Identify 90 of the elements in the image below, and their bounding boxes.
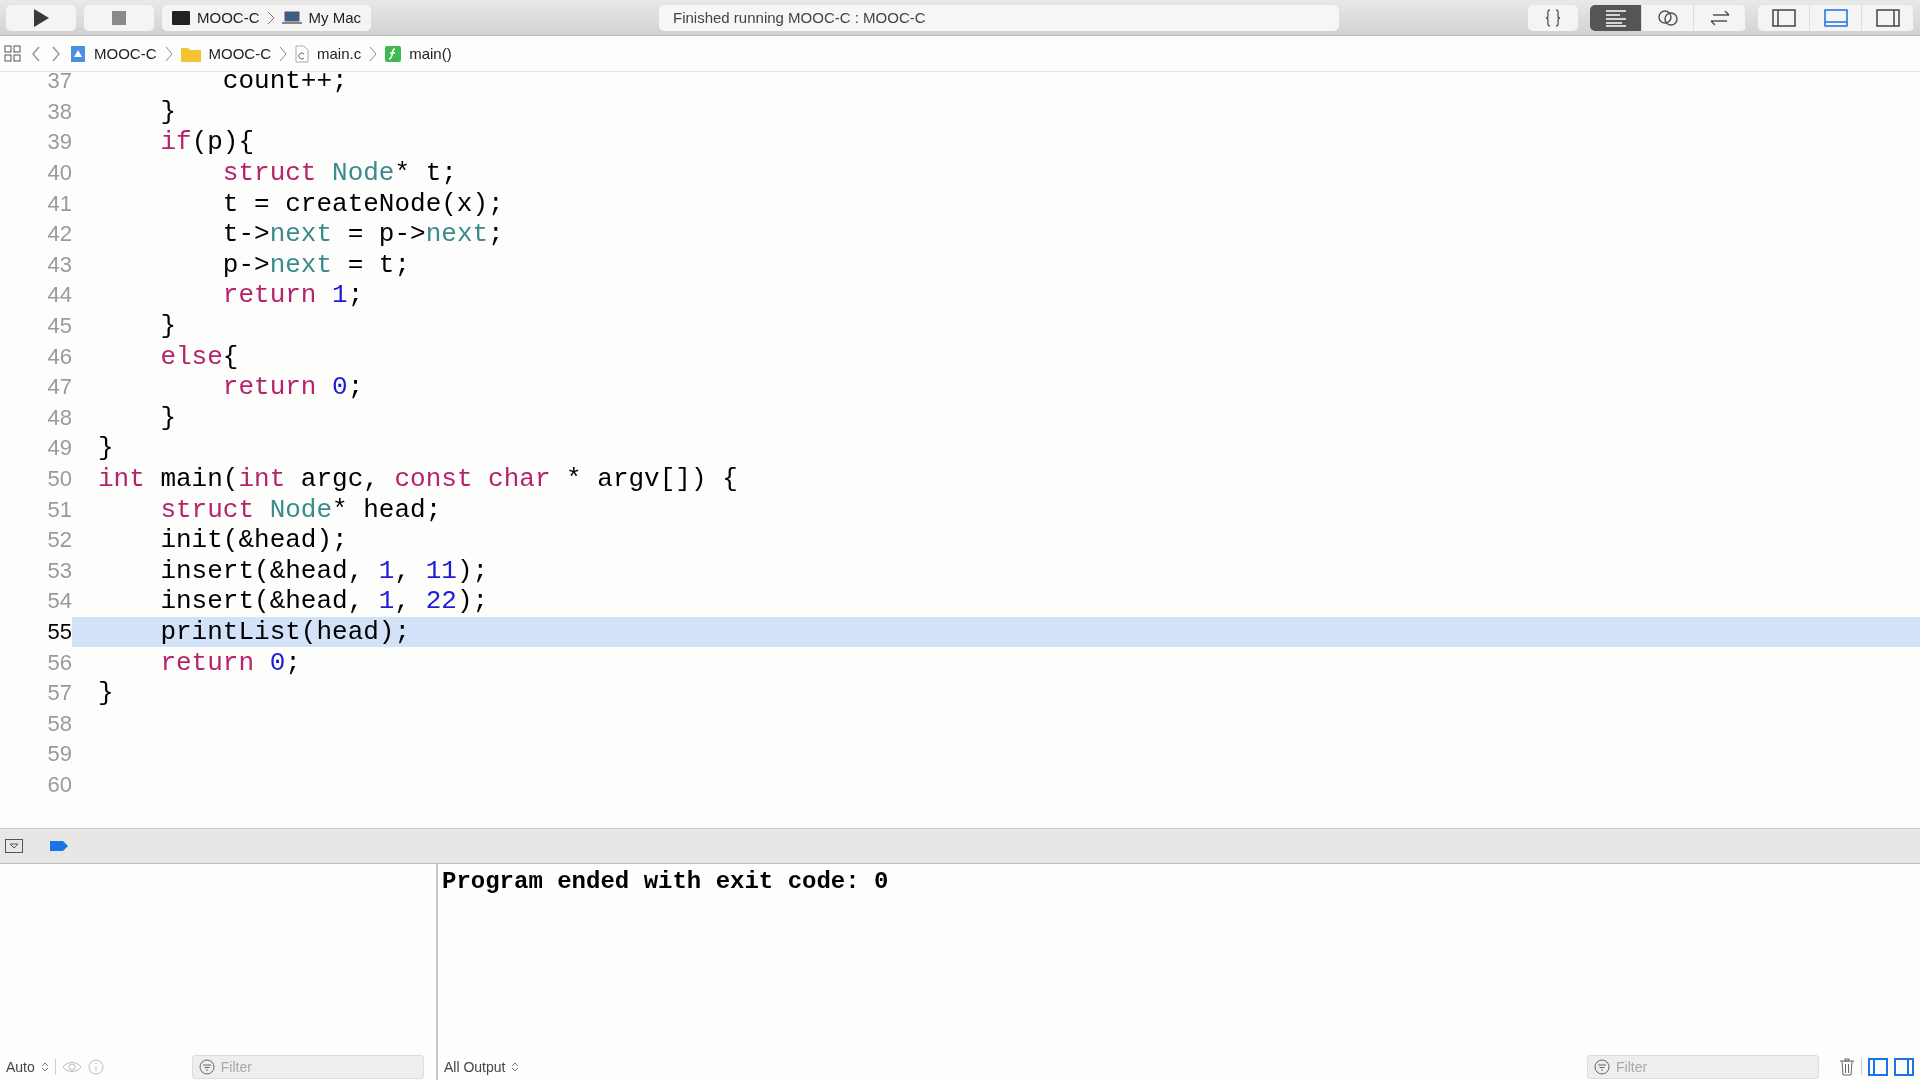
line-number: 41: [46, 190, 72, 217]
project-file-icon: [70, 44, 86, 63]
line-number: 51: [46, 496, 72, 523]
stepper-icon: [511, 1061, 520, 1073]
code-line: }: [98, 678, 114, 709]
line-number: 56: [46, 649, 72, 676]
line-number: 40: [46, 160, 72, 187]
code-line: return 0;: [221, 372, 364, 403]
filter-icon: [1594, 1059, 1610, 1075]
code-line: }: [159, 96, 176, 127]
line-number: 38: [46, 98, 72, 125]
scope-selector[interactable]: Auto: [6, 1059, 35, 1075]
chevron-icon: [369, 44, 378, 63]
code-line: }: [98, 433, 114, 464]
activity-status: Finished running MOOC-C : MOOC-C: [659, 4, 1339, 31]
chevron-icon: [279, 44, 287, 63]
filter-icon: [198, 1059, 215, 1075]
breakpoint-icon[interactable]: [49, 840, 69, 852]
rings-icon: [1656, 8, 1679, 27]
forward-icon[interactable]: [50, 44, 62, 63]
code-line: if(p){: [159, 127, 255, 158]
code-line: insert(&head, 1, 11);: [159, 555, 489, 586]
scheme-selector[interactable]: MOOC-C My Mac: [162, 4, 371, 31]
line-number: 53: [46, 557, 72, 584]
line-number: 43: [46, 251, 72, 278]
swap-arrows-icon: [1708, 8, 1731, 27]
breadcrumb-item[interactable]: MOOC-C: [94, 45, 157, 62]
code-line: return 1;: [221, 280, 364, 311]
output-selector[interactable]: All Output: [444, 1059, 506, 1075]
run-button[interactable]: [6, 4, 76, 31]
line-number: 45: [46, 313, 72, 340]
code-line: }: [159, 402, 176, 433]
terminal-icon: [172, 10, 190, 25]
line-number: 60: [46, 771, 72, 798]
hide-debug-area-icon[interactable]: [5, 839, 23, 853]
line-number: 55: [0, 616, 72, 648]
code-snippet-button[interactable]: [1528, 4, 1578, 31]
code-line: }: [159, 311, 176, 342]
line-number: 52: [46, 527, 72, 554]
breadcrumb-item[interactable]: MOOC-C: [208, 45, 271, 62]
code-line: int main(int argc, const char * argv[]) {: [98, 464, 738, 494]
laptop-icon: [281, 10, 302, 25]
code-line: t = createNode(x);: [221, 188, 504, 219]
breadcrumb-item[interactable]: main(): [409, 45, 452, 62]
code-line: p->next = t;: [221, 249, 411, 280]
lines-icon: [1604, 8, 1627, 27]
code-line: count++;: [221, 66, 348, 97]
editor-mode-button[interactable]: [1590, 4, 1642, 31]
code-line: init(&head);: [159, 525, 348, 556]
code-line: else{: [159, 341, 239, 372]
scheme-name[interactable]: MOOC-C: [197, 9, 260, 26]
code-line: printList(head);: [159, 617, 411, 647]
left-pane-icon[interactable]: [1868, 1058, 1888, 1076]
right-pane-icon[interactable]: [1894, 1058, 1914, 1076]
filter-field[interactable]: Filter: [1587, 1055, 1819, 1079]
line-number: 54: [46, 588, 72, 615]
line-number: 39: [46, 129, 72, 156]
code-line: struct Node* t;: [221, 158, 457, 189]
line-number: 59: [46, 741, 72, 768]
grid-icon[interactable]: [4, 44, 22, 63]
code-line: return 0;: [159, 647, 301, 678]
line-number: 49: [46, 435, 72, 462]
code-line: struct Node* head;: [159, 494, 442, 525]
line-number: 42: [46, 221, 72, 248]
back-icon[interactable]: [30, 44, 42, 63]
line-number: 47: [46, 374, 72, 401]
destination-name[interactable]: My Mac: [308, 9, 361, 26]
chevron-icon: [266, 10, 275, 25]
chevron-icon: [164, 44, 173, 63]
line-number: 58: [46, 710, 72, 737]
c-file-icon: [295, 44, 309, 63]
line-number: 50: [46, 466, 72, 492]
breadcrumb-item[interactable]: main.c: [317, 45, 362, 62]
line-number: 48: [46, 404, 72, 431]
line-number: 57: [46, 680, 72, 707]
code-line: t->next = p->next;: [221, 219, 504, 250]
code-line: insert(&head, 1, 22);: [159, 586, 489, 617]
stop-icon: [111, 9, 127, 26]
trash-icon[interactable]: [1839, 1058, 1855, 1076]
line-number: 44: [46, 282, 72, 309]
line-number: 46: [46, 343, 72, 370]
line-number: 37: [46, 68, 72, 95]
folder-icon: [180, 45, 201, 62]
stop-button[interactable]: [84, 4, 154, 31]
function-icon: [385, 45, 402, 62]
braces-icon: [1545, 8, 1561, 27]
stepper-icon: [40, 1061, 49, 1073]
filter-field[interactable]: Filter: [191, 1055, 424, 1079]
play-icon: [32, 7, 50, 28]
console-output: Program ended with exit code: 0: [441, 867, 890, 897]
